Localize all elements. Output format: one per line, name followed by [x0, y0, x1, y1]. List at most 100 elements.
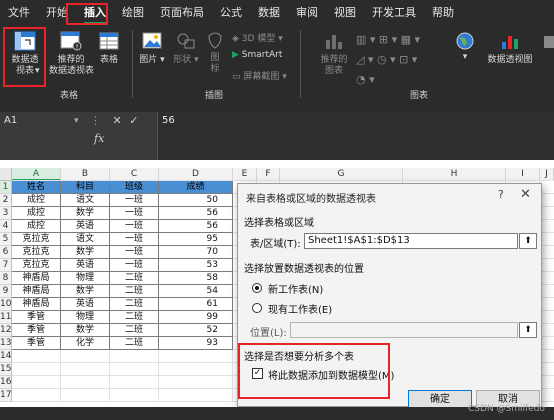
menu-help[interactable]: 帮助 — [424, 0, 462, 26]
table-cell[interactable]: 季管 — [12, 324, 61, 337]
table-cell[interactable]: 一班 — [110, 194, 159, 207]
menu-developer[interactable]: 开发工具 — [364, 0, 424, 26]
row-header-5[interactable]: 5 — [0, 233, 12, 246]
table-cell[interactable]: 克拉克 — [12, 259, 61, 272]
menu-file[interactable]: 文件 — [0, 0, 38, 26]
collapse-location-icon[interactable]: ⬆ — [519, 322, 537, 338]
row-header-3[interactable]: 3 — [0, 207, 12, 220]
table-cell[interactable]: 英语 — [61, 298, 110, 311]
range-input[interactable]: Sheet1!$A$1:$D$13 — [304, 233, 518, 249]
row-header-14[interactable]: 14 — [0, 350, 12, 363]
table-cell[interactable]: 一班 — [110, 233, 159, 246]
shapes-button[interactable]: 形状 ▾ — [172, 30, 200, 66]
collapse-range-icon[interactable]: ⬆ — [519, 233, 537, 249]
recommended-charts-button[interactable]: 推荐的 图表 — [318, 30, 350, 77]
table-cell[interactable]: 二班 — [110, 337, 159, 350]
table-cell[interactable]: 93 — [159, 337, 233, 350]
menu-data[interactable]: 数据 — [250, 0, 288, 26]
menu-view[interactable]: 视图 — [326, 0, 364, 26]
row-header-8[interactable]: 8 — [0, 272, 12, 285]
table-cell[interactable]: 数学 — [61, 246, 110, 259]
table-cell[interactable]: 二班 — [110, 285, 159, 298]
new-worksheet-radio[interactable] — [252, 283, 262, 293]
row-header-17[interactable]: 17 — [0, 389, 12, 402]
table-cell[interactable]: 二班 — [110, 272, 159, 285]
table-cell[interactable]: 神盾局 — [12, 285, 61, 298]
cancel-icon[interactable]: ✕ — [113, 114, 122, 127]
table-cell[interactable]: 一班 — [110, 207, 159, 220]
row-header-15[interactable]: 15 — [0, 363, 12, 376]
row-header-9[interactable]: 9 — [0, 285, 12, 298]
table-cell[interactable]: 一班 — [110, 259, 159, 272]
icons-button[interactable]: 图 标 — [205, 30, 225, 75]
table-cell[interactable]: 季管 — [12, 311, 61, 324]
location-input[interactable] — [290, 322, 518, 338]
table-header-cell[interactable]: 科目 — [61, 181, 110, 194]
table-cell[interactable]: 神盾局 — [12, 272, 61, 285]
table-cell[interactable]: 数学 — [61, 324, 110, 337]
table-cell[interactable]: 95 — [159, 233, 233, 246]
row-header-10[interactable]: 10 — [0, 298, 12, 311]
table-cell[interactable]: 物理 — [61, 311, 110, 324]
table-cell[interactable]: 季管 — [12, 337, 61, 350]
formula-input[interactable]: 56 — [158, 112, 554, 160]
existing-worksheet-radio[interactable] — [252, 303, 262, 313]
select-all-corner[interactable] — [0, 168, 12, 181]
table-cell[interactable]: 数学 — [61, 285, 110, 298]
table-cell[interactable]: 语文 — [61, 194, 110, 207]
fx-icon[interactable]: fx — [94, 132, 104, 145]
table-cell[interactable]: 50 — [159, 194, 233, 207]
name-box[interactable]: A1 ▾ — [0, 112, 88, 130]
table-cell[interactable]: 神盾局 — [12, 298, 61, 311]
table-cell[interactable]: 化学 — [61, 337, 110, 350]
table-cell[interactable]: 物理 — [61, 272, 110, 285]
row-header-6[interactable]: 6 — [0, 246, 12, 259]
table-cell[interactable]: 英语 — [61, 259, 110, 272]
table-cell[interactable]: 成控 — [12, 194, 61, 207]
pictures-button[interactable]: 图片 ▾ — [138, 30, 166, 66]
table-header-cell[interactable]: 班级 — [110, 181, 159, 194]
table-cell[interactable]: 数学 — [61, 207, 110, 220]
table-cell[interactable]: 克拉克 — [12, 246, 61, 259]
table-header-cell[interactable]: 成绩 — [159, 181, 233, 194]
menu-draw[interactable]: 绘图 — [114, 0, 152, 26]
enter-icon[interactable]: ✓ — [129, 114, 138, 127]
row-header-11[interactable]: 11 — [0, 311, 12, 324]
table-cell[interactable]: 52 — [159, 324, 233, 337]
row-header-7[interactable]: 7 — [0, 259, 12, 272]
close-icon[interactable]: ✕ — [520, 187, 531, 202]
table-cell[interactable]: 克拉克 — [12, 233, 61, 246]
row-header-1[interactable]: 1 — [0, 181, 12, 194]
menu-review[interactable]: 审阅 — [288, 0, 326, 26]
table-cell[interactable]: 54 — [159, 285, 233, 298]
help-icon[interactable]: ? — [498, 188, 504, 201]
menu-page-layout[interactable]: 页面布局 — [152, 0, 212, 26]
table-cell[interactable]: 成控 — [12, 207, 61, 220]
table-cell[interactable]: 58 — [159, 272, 233, 285]
screenshot-button[interactable]: ▭ 屏幕截图 ▾ — [232, 69, 287, 82]
model-3d-button[interactable]: ◈ 3D 模型 ▾ — [232, 31, 283, 44]
table-cell[interactable]: 二班 — [110, 311, 159, 324]
table-cell[interactable]: 二班 — [110, 298, 159, 311]
chart-types-row3[interactable]: ◔ ▾ — [356, 73, 375, 86]
table-cell[interactable]: 一班 — [110, 246, 159, 259]
table-cell[interactable]: 61 — [159, 298, 233, 311]
table-cell[interactable]: 二班 — [110, 324, 159, 337]
chart-types-row1[interactable]: ▥ ▾ ⊞ ▾ ▦ ▾ — [356, 33, 420, 46]
table-cell[interactable]: 99 — [159, 311, 233, 324]
table-cell[interactable]: 成控 — [12, 220, 61, 233]
table-cell[interactable]: 语文 — [61, 233, 110, 246]
table-header-cell[interactable]: 姓名 — [12, 181, 61, 194]
menu-formulas[interactable]: 公式 — [212, 0, 250, 26]
pivot-chart-button[interactable]: 数据透视图 — [482, 30, 538, 66]
recommended-pivot-button[interactable]: ? 推荐的 数据透视表 — [49, 30, 94, 77]
ribbon-overflow[interactable] — [541, 30, 554, 52]
row-header-16[interactable]: 16 — [0, 376, 12, 389]
table-cell[interactable]: 56 — [159, 207, 233, 220]
maps-button[interactable]: ▾ — [450, 30, 480, 63]
row-header-4[interactable]: 4 — [0, 220, 12, 233]
table-cell[interactable]: 56 — [159, 220, 233, 233]
table-cell[interactable]: 70 — [159, 246, 233, 259]
table-cell[interactable]: 一班 — [110, 220, 159, 233]
row-header-13[interactable]: 13 — [0, 337, 12, 350]
